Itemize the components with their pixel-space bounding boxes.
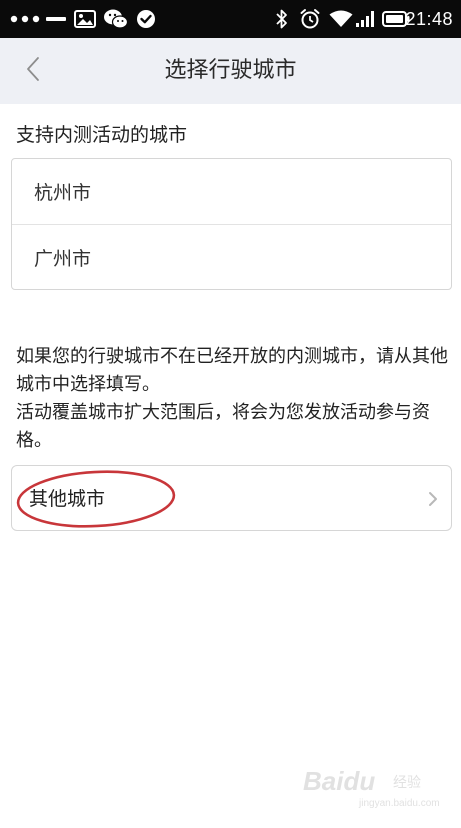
supported-cities-heading: 支持内测活动的城市: [16, 124, 188, 146]
city-item-guangzhou[interactable]: 广州市: [12, 224, 451, 289]
city-list: 杭州市 广州市: [11, 158, 452, 290]
back-button[interactable]: [14, 52, 52, 90]
city-item-label: 杭州市: [34, 182, 92, 204]
city-item-label: 广州市: [34, 247, 92, 270]
chevron-right-icon: [427, 491, 439, 507]
page-title: 选择行驶城市: [164, 58, 297, 83]
wifi-icon: [328, 0, 354, 38]
bluetooth-icon: [272, 0, 292, 38]
more-dots-icon: [8, 0, 42, 38]
notice-line-2: 活动覆盖城市扩大范围后，将会为您发放活动参与资格。: [16, 402, 430, 451]
baidu-watermark: Baidu 经验 jingyan.baidu.com: [303, 766, 440, 809]
status-time: 21:48: [405, 9, 453, 29]
notice-text: 如果您的行驶城市不在已经开放的内测城市，请从其他城市中选择填写。 活动覆盖城市扩…: [16, 343, 456, 455]
signal-icon: [355, 0, 377, 38]
minus-icon: [44, 0, 68, 38]
other-city-button[interactable]: 其他城市: [11, 465, 452, 531]
chevron-left-icon: [25, 56, 41, 86]
status-bar: 21:48: [0, 0, 461, 38]
nav-bar: 选择行驶城市: [0, 38, 461, 104]
image-icon: [72, 0, 98, 38]
city-item-hangzhou[interactable]: 杭州市: [12, 159, 451, 224]
notice-line-1: 如果您的行驶城市不在已经开放的内测城市，请从其他城市中选择填写。: [16, 346, 448, 395]
wechat-icon: [102, 0, 130, 38]
alarm-icon: [298, 0, 322, 38]
check-circle-icon: [134, 0, 158, 38]
other-city-label: 其他城市: [29, 488, 106, 510]
